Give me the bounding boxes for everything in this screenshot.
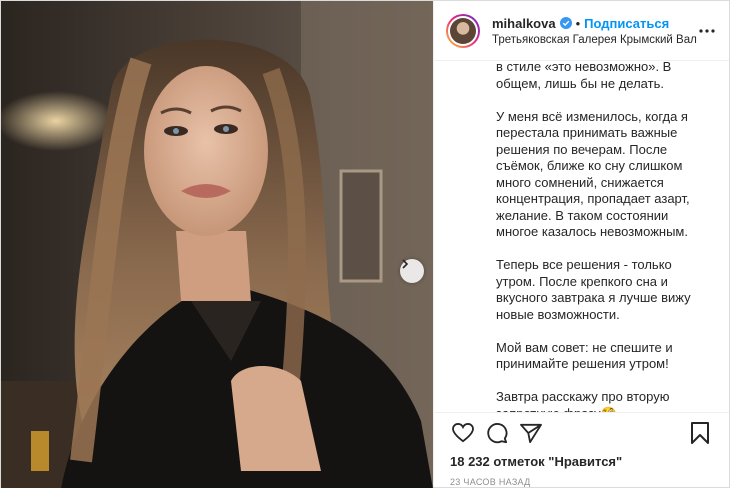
verified-badge-icon	[559, 17, 572, 29]
username-link[interactable]: mihalkova	[492, 16, 556, 31]
action-bar	[434, 412, 729, 452]
caption-paragraph: Завтра расскажу про вторую запретную фра…	[496, 389, 670, 412]
save-button[interactable]	[683, 416, 717, 450]
share-icon	[520, 423, 542, 443]
share-button[interactable]	[514, 416, 548, 450]
header-text: mihalkova • Подписаться Третьяковская Га…	[492, 16, 697, 46]
heart-icon	[452, 422, 474, 442]
avatar-ring	[448, 15, 478, 46]
location-link[interactable]: Третьяковская Галерея Крымский Вал	[492, 34, 697, 46]
separator-dot: •	[575, 15, 581, 31]
bookmark-icon	[691, 421, 709, 444]
header-row: mihalkova • Подписаться	[492, 16, 695, 31]
follow-button[interactable]: Подписаться	[584, 16, 669, 31]
post-photo[interactable]	[1, 1, 433, 488]
like-button[interactable]	[446, 416, 480, 450]
post-caption: в стиле «это невозможно». В общем, лишь …	[434, 61, 729, 412]
more-options-icon	[699, 28, 715, 33]
avatar-image	[450, 17, 476, 44]
next-photo-button[interactable]	[400, 259, 424, 283]
caption-paragraph: в стиле «это невозможно». В общем, лишь …	[496, 61, 672, 91]
post-timestamp[interactable]: 23 часов назад	[434, 469, 729, 487]
photo-illustration	[1, 1, 433, 488]
chevron-right-icon	[402, 259, 409, 269]
caption-paragraph: У меня всё изменилось, когда я перестала…	[496, 108, 690, 240]
post-sidebar: mihalkova • Подписаться Третьяковская Га…	[433, 1, 729, 487]
comment-button[interactable]	[480, 416, 514, 450]
post-header: mihalkova • Подписаться Третьяковская Га…	[434, 1, 729, 61]
caption-paragraph: Теперь все решения - только утром. После…	[496, 257, 691, 322]
more-options-button[interactable]	[695, 19, 719, 43]
comment-icon	[487, 422, 508, 443]
avatar[interactable]	[446, 13, 480, 48]
caption-paragraph: Мой вам совет: не спешите и принимайте р…	[496, 339, 673, 372]
instagram-post: mihalkova • Подписаться Третьяковская Га…	[0, 0, 730, 488]
likes-count[interactable]: 18 232 отметок "Нравится"	[434, 452, 729, 469]
